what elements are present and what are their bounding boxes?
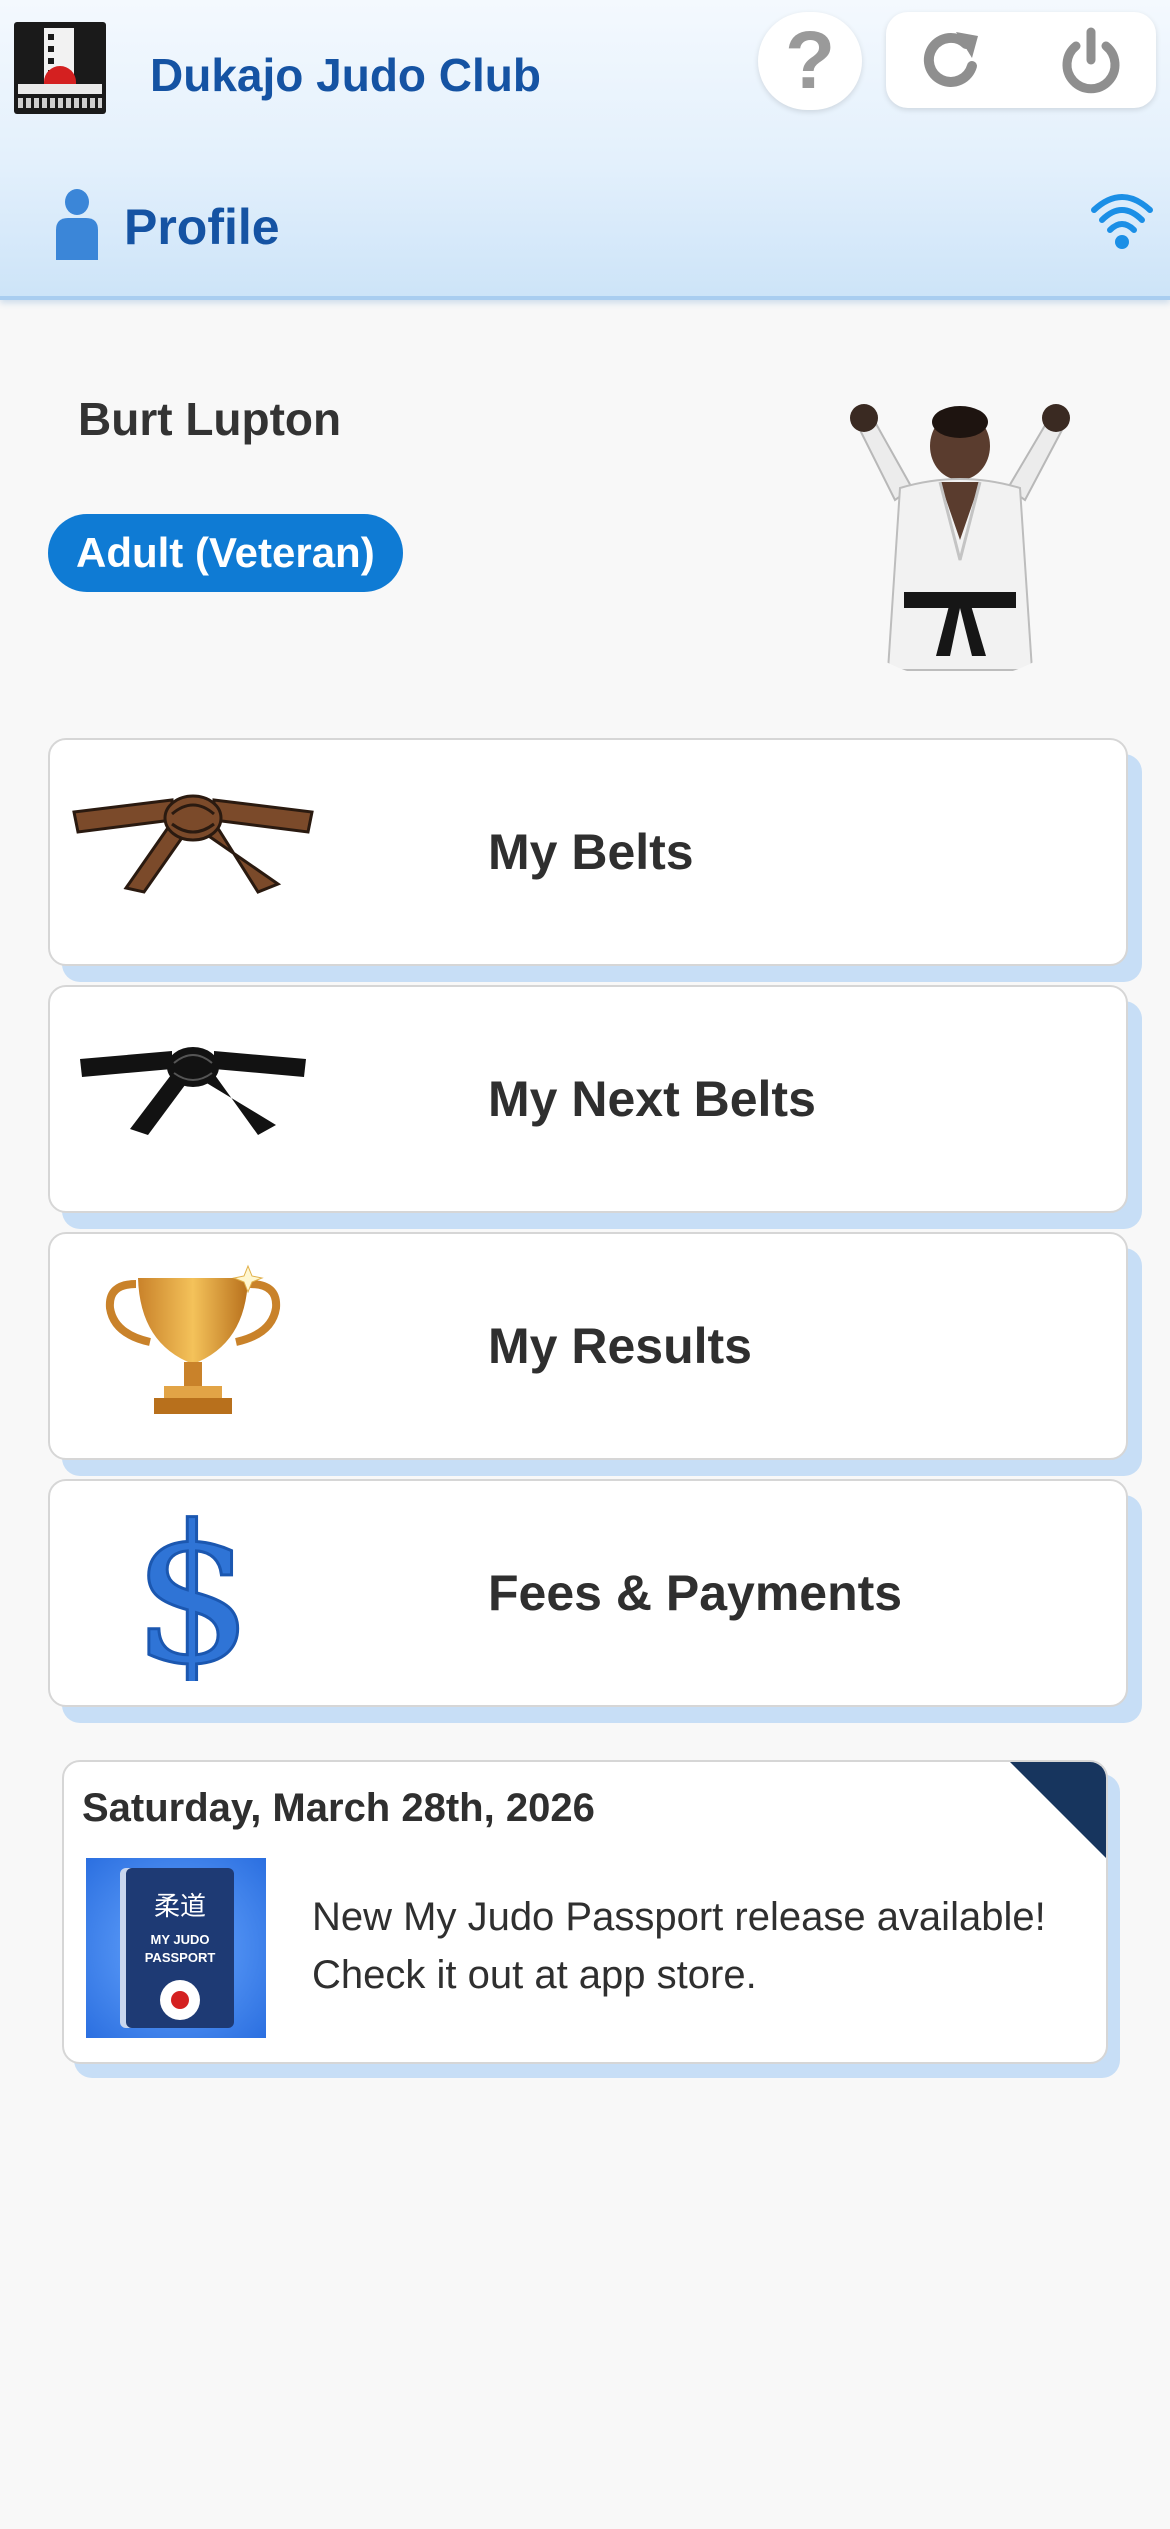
news-message: New My Judo Passport release available! … bbox=[312, 1895, 1046, 1997]
trophy-icon bbox=[105, 1264, 281, 1414]
menu-card-label: Fees & Payments bbox=[488, 1565, 903, 1621]
category-badge: Adult (Veteran) bbox=[48, 514, 403, 592]
menu-card-label: My Next Belts bbox=[488, 1071, 816, 1127]
menu-card-my-belts[interactable]: My Belts bbox=[48, 738, 1128, 966]
dollar-icon: $ bbox=[131, 1511, 255, 1681]
menu-card-label: My Results bbox=[488, 1318, 752, 1374]
header-actions bbox=[886, 12, 1156, 108]
club-logo bbox=[14, 22, 106, 114]
person-icon bbox=[56, 189, 98, 260]
app-header: Dukajo Judo Club ? Profile bbox=[0, 0, 1170, 300]
power-icon[interactable] bbox=[1056, 26, 1126, 96]
member-name: Burt Lupton bbox=[78, 393, 342, 445]
svg-text:$: $ bbox=[133, 1511, 254, 1681]
news-corner-flag bbox=[1010, 1762, 1106, 1858]
passport-kanji: 柔道 bbox=[153, 1892, 206, 1922]
wifi-icon bbox=[1091, 194, 1153, 249]
menu-card-my-results[interactable]: My Results bbox=[48, 1232, 1128, 1460]
judo-passport-thumbnail: 柔道 MY JUDO PASSPORT bbox=[86, 1858, 266, 2038]
question-mark-icon: ? bbox=[784, 15, 836, 106]
black-belt-icon bbox=[80, 1047, 306, 1135]
brown-belt-icon bbox=[72, 794, 314, 894]
menu-card-label: My Belts bbox=[488, 824, 694, 880]
judoka-avatar bbox=[850, 404, 1070, 671]
passport-title-line-1: MY JUDO bbox=[150, 1932, 210, 1947]
news-card[interactable]: Saturday, March 28th, 2026 柔道 MY JUDO PA… bbox=[62, 1760, 1108, 2064]
japan-flag-icon bbox=[160, 1980, 200, 2020]
help-button[interactable]: ? bbox=[758, 12, 862, 110]
passport-title-line-2: PASSPORT bbox=[144, 1950, 216, 1965]
menu-card-my-next-belts[interactable]: My Next Belts bbox=[48, 985, 1128, 1213]
refresh-icon[interactable] bbox=[916, 26, 986, 96]
section-title: Profile bbox=[124, 199, 280, 255]
club-name: Dukajo Judo Club bbox=[150, 49, 541, 101]
menu-card-fees-payments[interactable]: $ Fees & Payments bbox=[48, 1479, 1128, 1707]
news-date: Saturday, March 28th, 2026 bbox=[82, 1786, 595, 1830]
